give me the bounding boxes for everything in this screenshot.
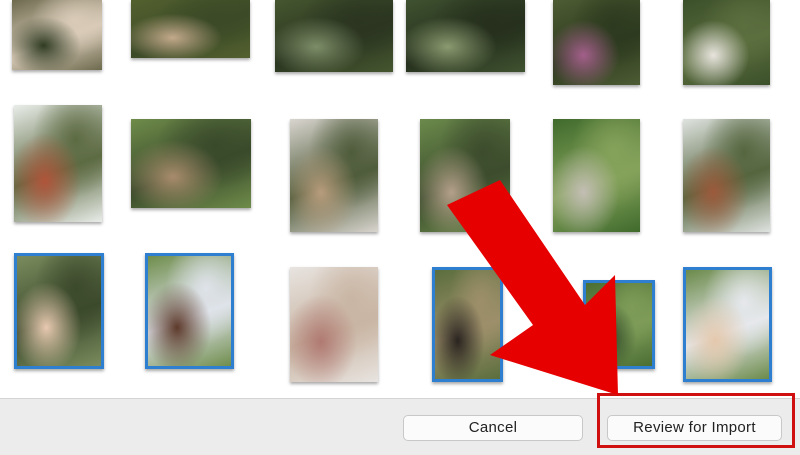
- photo-image: [131, 119, 251, 208]
- photo-image: [131, 0, 250, 58]
- photo-thumbnail[interactable]: [14, 105, 102, 222]
- photo-thumbnail-selected[interactable]: [432, 267, 503, 382]
- photo-grid: [0, 0, 800, 398]
- photo-image: [683, 0, 770, 85]
- photo-image: [686, 270, 769, 379]
- photo-thumbnail[interactable]: [131, 0, 250, 58]
- photo-image: [290, 267, 378, 382]
- photo-image: [420, 119, 510, 232]
- photo-thumbnail[interactable]: [406, 0, 525, 72]
- photo-image: [290, 119, 378, 232]
- photo-image: [14, 105, 102, 222]
- photo-thumbnail[interactable]: [275, 0, 393, 72]
- photo-image: [435, 270, 500, 379]
- photo-thumbnail[interactable]: [553, 0, 640, 85]
- photo-image: [683, 119, 770, 232]
- photo-thumbnail[interactable]: [131, 119, 251, 208]
- photo-image: [17, 256, 101, 366]
- photo-thumbnail[interactable]: [420, 119, 510, 232]
- photo-image: [275, 0, 393, 72]
- photo-image: [12, 0, 102, 70]
- photos-import-window: Cancel Review for Import: [0, 0, 800, 455]
- photo-thumbnail-selected[interactable]: [683, 267, 772, 382]
- photo-thumbnail-selected[interactable]: [583, 280, 655, 369]
- photo-thumbnail[interactable]: [290, 119, 378, 232]
- photo-image: [148, 256, 231, 366]
- photo-thumbnail[interactable]: [290, 267, 378, 382]
- photo-thumbnail-selected[interactable]: [145, 253, 234, 369]
- cancel-button[interactable]: Cancel: [403, 415, 583, 441]
- photo-image: [586, 283, 652, 366]
- photo-thumbnail[interactable]: [683, 0, 770, 85]
- photo-thumbnail[interactable]: [12, 0, 102, 70]
- photo-thumbnail-selected[interactable]: [14, 253, 104, 369]
- photo-image: [553, 0, 640, 85]
- photo-image: [553, 119, 640, 232]
- annotation-highlight-box: [597, 393, 795, 448]
- photo-thumbnail[interactable]: [683, 119, 770, 232]
- photo-thumbnail[interactable]: [553, 119, 640, 232]
- photo-image: [406, 0, 525, 72]
